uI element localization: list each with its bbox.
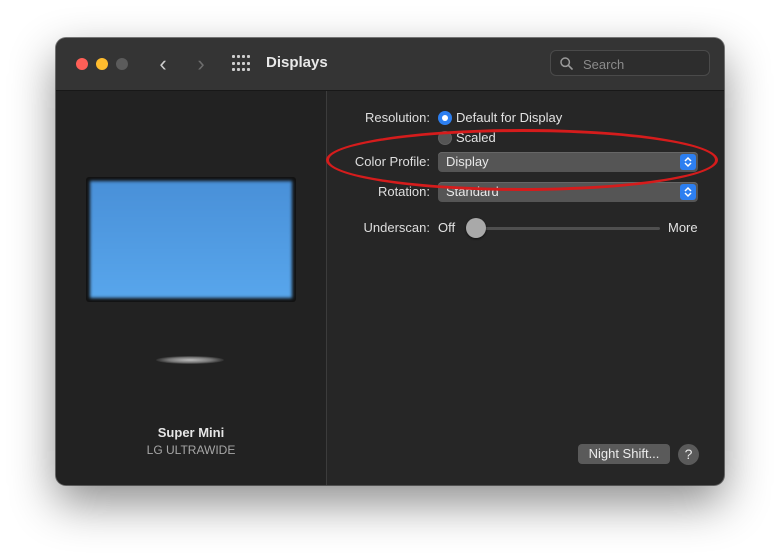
back-button[interactable]: ‹ — [152, 53, 174, 75]
resolution-scaled-label[interactable]: Scaled — [456, 130, 496, 145]
color-profile-label: Color Profile: — [354, 154, 430, 169]
chevron-left-icon: ‹ — [159, 51, 167, 76]
rotation-label: Rotation: — [377, 184, 430, 199]
display-sidebar: Super Mini LG ULTRAWIDE — [56, 91, 327, 485]
forward-button[interactable]: › — [190, 53, 212, 75]
zoom-button[interactable] — [116, 58, 128, 70]
display-name: Super Mini — [157, 425, 225, 440]
search-input[interactable] — [581, 54, 705, 74]
night-shift-button[interactable]: Night Shift... — [578, 444, 670, 464]
monitor-stand — [156, 356, 224, 364]
displays-window: ‹ › Displays Super Mini LG ULTRAWIDE Res… — [56, 38, 724, 485]
color-profile-popup[interactable]: Display — [438, 152, 698, 172]
underscan-slider-track[interactable] — [476, 227, 660, 230]
color-profile-value: Display — [446, 154, 489, 169]
resolution-scaled-radio[interactable] — [438, 131, 452, 145]
minimize-button[interactable] — [96, 58, 108, 70]
rotation-popup[interactable]: Standard — [438, 182, 698, 202]
window-title: Displays — [266, 54, 328, 71]
underscan-max-label: More — [668, 220, 698, 235]
display-model: LG ULTRAWIDE — [146, 443, 236, 457]
underscan-slider-knob[interactable] — [466, 218, 486, 238]
popup-arrows-icon — [680, 184, 696, 200]
underscan-min-label: Off — [438, 220, 456, 235]
monitor-image — [86, 177, 296, 302]
resolution-label: Resolution: — [364, 110, 430, 125]
search-icon — [560, 57, 573, 70]
chevron-right-icon: › — [197, 51, 205, 76]
grid-icon[interactable] — [232, 55, 250, 73]
title-bar: ‹ › Displays — [56, 38, 724, 91]
close-button[interactable] — [76, 58, 88, 70]
rotation-value: Standard — [446, 184, 499, 199]
help-button[interactable]: ? — [678, 444, 699, 465]
search-field[interactable] — [550, 50, 710, 76]
popup-arrows-icon — [680, 154, 696, 170]
resolution-default-label[interactable]: Default for Display — [456, 110, 562, 125]
underscan-label: Underscan: — [363, 220, 430, 235]
resolution-default-radio[interactable] — [438, 111, 452, 125]
